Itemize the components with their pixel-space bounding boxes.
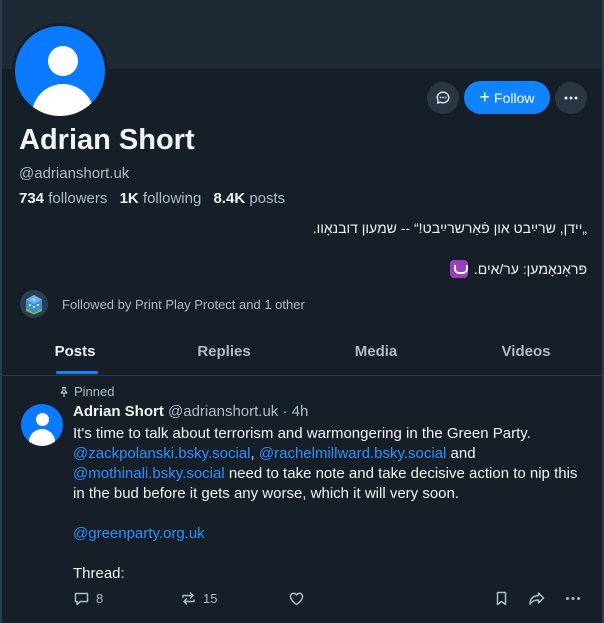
posts-stat: 8.4K posts [213, 190, 285, 207]
repost-icon [180, 590, 197, 607]
reply-icon [73, 590, 90, 607]
avatar-head-shape [36, 413, 49, 426]
more-options-button[interactable] [555, 82, 587, 114]
share-icon [528, 590, 546, 607]
share-button[interactable] [528, 590, 546, 607]
following-label: following [142, 190, 202, 207]
followed-by-text[interactable]: Followed by Print Play Protect and 1 oth… [62, 297, 305, 312]
repost-button[interactable]: 15 [180, 590, 217, 607]
post-actions: 8 15 [73, 590, 588, 610]
message-icon [435, 90, 451, 106]
menorah-emoji-icon [449, 260, 468, 278]
followers-label: followers [48, 190, 108, 207]
bio-pronouns: פּראָנאָמען: ער/אים. [473, 261, 587, 277]
follow-button-label: Follow [494, 89, 535, 106]
follow-button[interactable]: + Follow [464, 81, 550, 114]
reply-count: 8 [96, 591, 104, 606]
mention-link[interactable]: @zackpolanski.bsky.social [73, 445, 251, 462]
posts-label: posts [249, 190, 286, 207]
pinned-indicator: Pinned [58, 384, 114, 399]
dice-avatar-icon [23, 293, 45, 315]
mention-link[interactable]: @rachelmillward.bsky.social [259, 445, 447, 462]
followers-count: 734 [19, 190, 45, 207]
tab-media[interactable]: Media [355, 343, 398, 360]
tabs-divider [2, 375, 602, 376]
avatar-head-shape [48, 46, 78, 76]
post-header: Adrian Short @adrianshort.uk · 4h [73, 403, 308, 420]
tab-videos[interactable]: Videos [502, 343, 551, 360]
posts-count: 8.4K [213, 190, 246, 207]
tab-posts[interactable]: Posts [55, 343, 96, 360]
profile-display-name: Adrian Short [19, 124, 195, 156]
post-more-button[interactable] [565, 590, 581, 607]
bookmark-icon [493, 590, 510, 607]
thread-label: Thread: [73, 565, 125, 582]
like-heart-icon [288, 590, 305, 607]
mention-separator: and [446, 445, 476, 462]
profile-avatar[interactable] [12, 23, 108, 119]
post-author-name[interactable]: Adrian Short [73, 403, 164, 420]
profile-handle: @adrianshort.uk [19, 165, 130, 182]
followers-link[interactable]: 734 followers [19, 190, 107, 207]
bio-line-2: פּראָנאָמען: ער/אים. [449, 260, 587, 278]
post-text-mentions: @zackpolanski.bsky.social, @rachelmillwa… [73, 444, 588, 504]
post-text-line: It's time to talk about terrorism and wa… [73, 424, 588, 444]
mention-link[interactable]: @mothinali.bsky.social [73, 465, 225, 482]
post-text-intro: It's time to talk about terrorism and wa… [73, 425, 531, 442]
left-border [0, 0, 2, 623]
bio-line-1: „יידן, שרײַבט און פֿאַרשרײַבט!“ -- שמעון… [312, 220, 587, 236]
following-link[interactable]: 1K following [120, 190, 202, 207]
mention-separator: , [250, 445, 259, 462]
plus-icon: + [479, 87, 491, 107]
post-author-avatar[interactable] [21, 404, 63, 446]
ellipsis-icon [563, 90, 579, 106]
pin-icon [58, 386, 70, 398]
reply-button[interactable]: 8 [73, 590, 103, 607]
mention-link[interactable]: @greenparty.org.uk [73, 525, 205, 542]
avatar-body-shape [32, 84, 94, 116]
pinned-label: Pinned [74, 384, 115, 399]
following-count: 1K [119, 190, 139, 207]
active-tab-indicator [56, 371, 98, 374]
profile-stats: 734 followers 1K following 8.4K posts [19, 190, 285, 207]
avatar-body-shape [29, 429, 55, 446]
followed-by-avatar[interactable] [20, 290, 48, 318]
bookmark-button[interactable] [493, 590, 510, 607]
post-author-meta[interactable]: @adrianshort.uk · 4h [168, 403, 308, 420]
repost-count: 15 [203, 591, 218, 606]
ellipsis-icon [565, 590, 581, 607]
like-button[interactable] [288, 590, 305, 607]
profile-tabs: Posts Replies Media Videos [2, 333, 602, 374]
post-body: It's time to talk about terrorism and wa… [73, 424, 588, 584]
tab-replies[interactable]: Replies [197, 343, 250, 360]
message-button[interactable] [427, 82, 459, 114]
